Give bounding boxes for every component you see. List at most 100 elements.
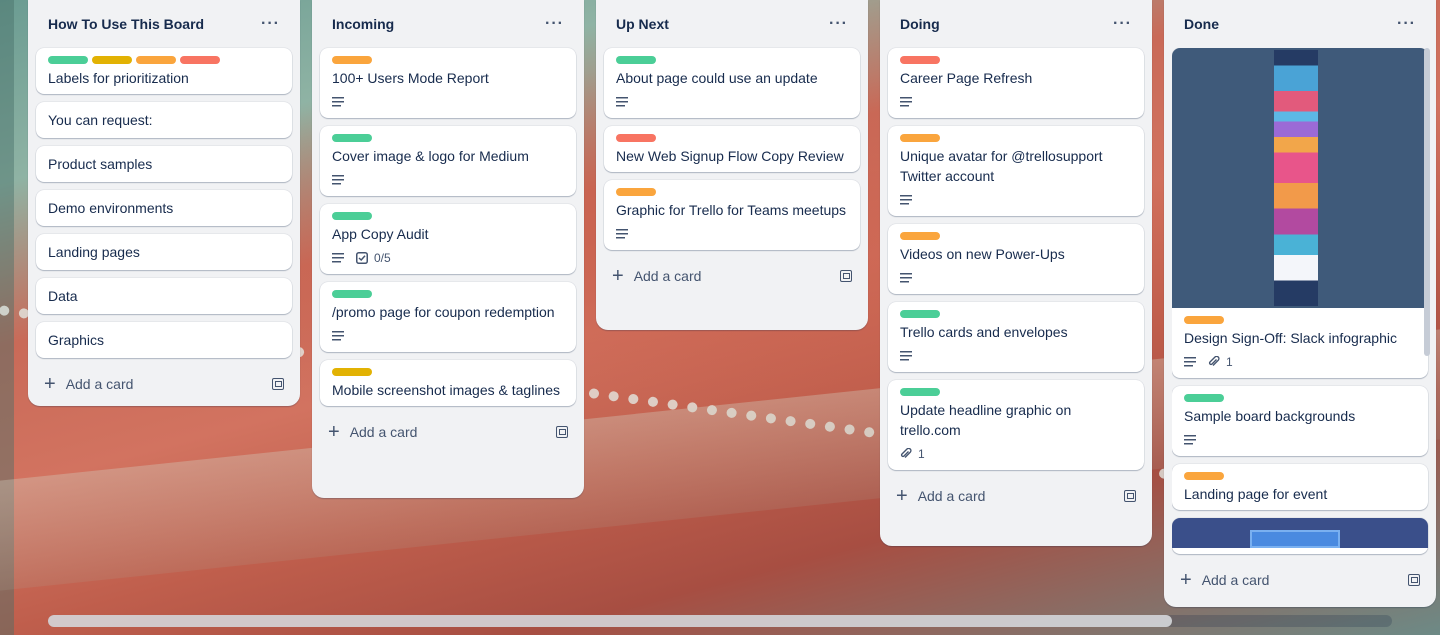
add-card-button[interactable]: + Add a card — [612, 266, 701, 286]
card-labels[interactable] — [616, 134, 848, 142]
label-orange[interactable] — [900, 232, 940, 240]
label-green[interactable] — [332, 212, 372, 220]
label-red[interactable] — [616, 134, 656, 142]
card[interactable] — [1172, 518, 1428, 554]
paperclip-icon — [1208, 356, 1220, 366]
list-title[interactable]: Doing — [900, 16, 940, 32]
label-green[interactable] — [900, 388, 940, 396]
card-labels[interactable] — [616, 56, 848, 64]
card-labels[interactable] — [332, 134, 564, 142]
card-cover-image — [1172, 518, 1428, 548]
card[interactable]: Labels for prioritization — [36, 48, 292, 94]
label-yellow[interactable] — [332, 368, 372, 376]
card-labels[interactable] — [48, 56, 280, 64]
card[interactable]: Demo environments — [36, 190, 292, 226]
label-green[interactable] — [900, 310, 940, 318]
card-labels[interactable] — [900, 56, 1132, 64]
list-header[interactable]: How To Use This Board ··· — [36, 0, 292, 48]
card-template-icon[interactable] — [272, 378, 284, 390]
add-card-label: Add a card — [1201, 572, 1270, 588]
label-green[interactable] — [1184, 394, 1224, 402]
label-orange[interactable] — [900, 134, 940, 142]
card[interactable]: Unique avatar for @trellosupport Twitter… — [888, 126, 1144, 216]
label-red[interactable] — [180, 56, 220, 64]
list-title[interactable]: How To Use This Board — [48, 16, 204, 32]
card[interactable]: Mobile screenshot images & taglines — [320, 360, 576, 406]
label-green[interactable] — [616, 56, 656, 64]
card[interactable]: Graphic for Trello for Teams meetups — [604, 180, 860, 250]
card-labels[interactable] — [900, 134, 1132, 142]
attachment-badge: 1 — [900, 444, 925, 464]
label-orange[interactable] — [136, 56, 176, 64]
label-yellow[interactable] — [92, 56, 132, 64]
label-orange[interactable] — [1184, 316, 1224, 324]
list-title[interactable]: Up Next — [616, 16, 669, 32]
card[interactable]: Sample board backgrounds — [1172, 386, 1428, 456]
description-icon — [1184, 435, 1196, 445]
card-labels[interactable] — [616, 188, 848, 196]
card[interactable]: Data — [36, 278, 292, 314]
ellipsis-icon[interactable]: ··· — [825, 16, 852, 32]
card[interactable]: Trello cards and envelopes — [888, 302, 1144, 372]
card[interactable]: App Copy Audit 0/5 — [320, 204, 576, 274]
list-header[interactable]: Incoming ··· — [320, 0, 576, 48]
list-title[interactable]: Done — [1184, 16, 1219, 32]
card-labels[interactable] — [332, 56, 564, 64]
add-card-button[interactable]: + Add a card — [44, 374, 133, 394]
card[interactable]: New Web Signup Flow Copy Review — [604, 126, 860, 172]
add-card-button[interactable]: + Add a card — [896, 486, 985, 506]
card[interactable]: Graphics — [36, 322, 292, 358]
label-orange[interactable] — [616, 188, 656, 196]
ellipsis-icon[interactable]: ··· — [541, 16, 568, 32]
card[interactable]: You can request: — [36, 102, 292, 138]
card-badges: 0/5 — [332, 248, 564, 268]
card-labels[interactable] — [1184, 394, 1416, 402]
add-card-button[interactable]: + Add a card — [1180, 570, 1269, 590]
list-header[interactable]: Done ··· — [1172, 0, 1428, 48]
card-labels[interactable] — [1184, 316, 1416, 324]
label-green[interactable] — [332, 134, 372, 142]
card[interactable]: 100+ Users Mode Report — [320, 48, 576, 118]
add-card-button[interactable]: + Add a card — [328, 422, 417, 442]
card-labels[interactable] — [332, 290, 564, 298]
label-green[interactable] — [48, 56, 88, 64]
ellipsis-icon[interactable]: ··· — [257, 16, 284, 32]
card-title: About page could use an update — [616, 70, 818, 86]
card[interactable]: Cover image & logo for Medium — [320, 126, 576, 196]
card[interactable]: Design Sign-Off: Slack infographic 1 — [1172, 48, 1428, 378]
card-badges — [900, 268, 1132, 288]
card-title: Sample board backgrounds — [1184, 408, 1356, 424]
card-template-icon[interactable] — [1124, 490, 1136, 502]
card[interactable]: /promo page for coupon redemption — [320, 282, 576, 352]
card-labels[interactable] — [900, 388, 1132, 396]
card-labels[interactable] — [900, 310, 1132, 318]
card[interactable]: Update headline graphic on trello.com 1 — [888, 380, 1144, 470]
ellipsis-icon[interactable]: ··· — [1109, 16, 1136, 32]
list-done: Done ··· Design Sign-Off: Slack infograp… — [1164, 0, 1436, 607]
card-labels[interactable] — [1184, 472, 1416, 480]
label-orange[interactable] — [332, 56, 372, 64]
ellipsis-icon[interactable]: ··· — [1393, 16, 1420, 32]
add-card-label: Add a card — [349, 424, 418, 440]
list-scrollbar[interactable] — [1424, 48, 1430, 356]
card[interactable]: Landing pages — [36, 234, 292, 270]
card[interactable]: Product samples — [36, 146, 292, 182]
card-template-icon[interactable] — [840, 270, 852, 282]
label-orange[interactable] — [1184, 472, 1224, 480]
list-title[interactable]: Incoming — [332, 16, 394, 32]
card-labels[interactable] — [900, 232, 1132, 240]
label-green[interactable] — [332, 290, 372, 298]
list-cards-scroll[interactable]: Design Sign-Off: Slack infographic 1 Sam… — [1172, 48, 1430, 562]
card[interactable]: Landing page for event — [1172, 464, 1428, 510]
card-labels[interactable] — [332, 212, 564, 220]
label-red[interactable] — [900, 56, 940, 64]
card[interactable]: About page could use an update — [604, 48, 860, 118]
list-header[interactable]: Doing ··· — [888, 0, 1144, 48]
card-template-icon[interactable] — [556, 426, 568, 438]
card-labels[interactable] — [332, 368, 564, 376]
card[interactable]: Career Page Refresh — [888, 48, 1144, 118]
list-header[interactable]: Up Next ··· — [604, 0, 860, 48]
card[interactable]: Videos on new Power-Ups — [888, 224, 1144, 294]
board-scrollbar-thumb[interactable] — [48, 615, 1172, 627]
card-template-icon[interactable] — [1408, 574, 1420, 586]
